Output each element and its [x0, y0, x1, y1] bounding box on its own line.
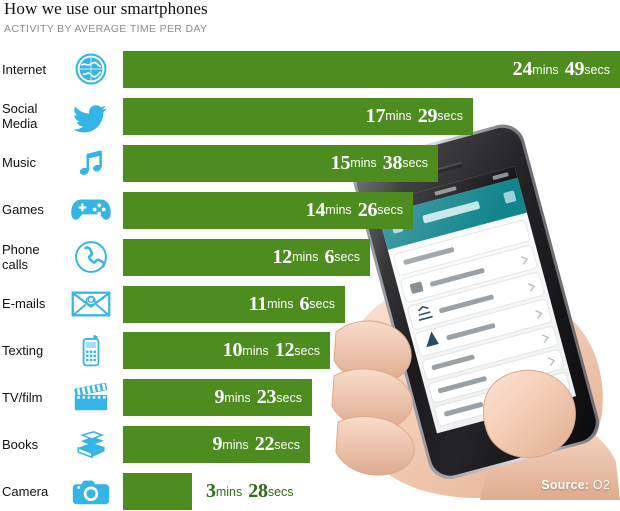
bar-value-minutes: 11 [248, 292, 268, 315]
bar-value-seconds: 12 [274, 339, 295, 362]
bar-row: Social Media 17 mins 29 secs [0, 96, 620, 136]
bar-value-label: 11 mins 6 secs [123, 286, 345, 323]
bar-row: TV/film 9 mins 23 secs [0, 377, 620, 417]
bar-row-label: Music [2, 143, 60, 183]
bar-value-minutes-unit: mins [532, 62, 559, 77]
bar-value-minutes: 10 [222, 339, 243, 362]
bar-value-label: 3 mins 28 secs [206, 473, 294, 510]
bar-value-minutes-unit: mins [242, 343, 269, 358]
bar-value-seconds-unit: secs [334, 250, 360, 265]
bar-row-label-line: Music [2, 155, 36, 171]
bar-value-seconds: 22 [254, 433, 275, 456]
bar [123, 473, 192, 511]
bar-value-minutes: 9 [212, 433, 223, 456]
bar-row-label: Texting [2, 330, 60, 370]
bar-value-minutes-unit: mins [267, 297, 294, 311]
bar-chart: Internet 24 mins 49 secs Social Media 17 mins 29 s… [0, 48, 620, 511]
bar-row: Phone calls 12 mins 6 secs [0, 237, 620, 277]
bar-value-label: 15 mins 38 secs [123, 145, 438, 182]
infographic-root: How we use our smartphones ACTIVITY BY A… [0, 0, 620, 511]
bar-value-seconds-unit: secs [309, 297, 335, 311]
bar-value-label: 9 mins 23 secs [123, 379, 312, 416]
music-note-icon [68, 143, 114, 183]
bar-row-label-line: Texting [2, 342, 44, 358]
bar-value-minutes: 24 [512, 58, 533, 80]
bar-value-seconds-unit: secs [274, 437, 300, 452]
header: How we use our smartphones ACTIVITY BY A… [0, 0, 620, 44]
bar-row: Internet 24 mins 49 secs [0, 49, 620, 89]
bar-value-label: 24 mins 49 secs [123, 51, 620, 88]
bar-row-label: Games [2, 190, 60, 230]
bar-row-label: Books [2, 424, 60, 464]
bar-value-seconds-unit: secs [377, 203, 403, 218]
bar-value-minutes: 15 [330, 151, 351, 174]
bar-value-seconds-unit: secs [402, 156, 428, 171]
bar-value-seconds-unit: secs [294, 343, 320, 358]
bar-value-seconds-unit: secs [584, 62, 610, 77]
bar-row-label-line: Books [2, 436, 39, 452]
bar-value-label: 12 mins 6 secs [123, 239, 370, 276]
bar-value-seconds-unit: secs [267, 484, 294, 499]
bar-row-label-line: calls [2, 256, 29, 272]
bar-value-seconds: 26 [357, 198, 378, 221]
bar-value-label: 14 mins 26 secs [123, 192, 413, 229]
bar-value-minutes: 9 [214, 386, 225, 409]
bar-value-seconds: 49 [564, 58, 585, 80]
bar-value-seconds: 38 [382, 151, 403, 174]
bar-value-minutes-unit: mins [292, 250, 319, 265]
envelope-at-icon [68, 284, 114, 324]
bar-value-minutes-unit: mins [222, 437, 249, 452]
bar-row-label-line: E-mails [2, 296, 46, 311]
bar-row-label-line: Internet [2, 61, 47, 77]
globe-icon [68, 49, 114, 89]
bar-row-label: Camera [2, 471, 60, 511]
bar-row-label-line: Social [2, 100, 38, 116]
bar-value-seconds-unit: secs [276, 390, 302, 405]
bar-row-label: E-mails [2, 284, 60, 324]
page-subtitle: ACTIVITY BY AVERAGE TIME PER DAY [4, 23, 208, 35]
phone-circle-icon [68, 237, 114, 277]
clapperboard-icon [68, 377, 114, 417]
mobile-phone-icon [68, 330, 114, 370]
bar-value-minutes: 12 [272, 245, 293, 268]
bar-row-label-line: TV/film [2, 389, 43, 405]
bar-value-label: 17 mins 29 secs [123, 98, 473, 135]
bar-value-minutes-unit: mins [215, 484, 243, 499]
bar-row: Books 9 mins 22 secs [0, 424, 620, 464]
gamepad-icon [68, 190, 114, 230]
bar-value-minutes-unit: mins [325, 203, 352, 218]
bar-value-seconds: 29 [417, 104, 438, 127]
bar-row: Games 14 mins 26 secs [0, 190, 620, 230]
bar-value-minutes: 14 [305, 198, 326, 221]
bar-value-minutes-unit: mins [385, 109, 412, 124]
twitter-bird-icon [68, 96, 114, 136]
bar-value-seconds: 6 [299, 292, 310, 315]
bar-value-seconds: 6 [324, 245, 335, 268]
bar-value-seconds-unit: secs [437, 109, 463, 124]
camera-icon [68, 471, 114, 511]
page-title: How we use our smartphones [4, 0, 208, 18]
bar-row: Music 15 mins 38 secs [0, 143, 620, 183]
books-icon [68, 424, 114, 464]
bar-row-label: TV/film [2, 377, 60, 417]
bar-row-label: Phone calls [2, 237, 60, 277]
bar-value-label: 10 mins 12 secs [123, 332, 330, 369]
bar-value-minutes: 17 [365, 104, 386, 127]
bar-row-label: Internet [2, 49, 60, 89]
bar-value-minutes-unit: mins [350, 156, 377, 171]
bar-value-minutes-unit: mins [224, 390, 251, 405]
bar-row: Camera 3 mins 28 secs [0, 471, 620, 511]
bar-value-label: 9 mins 22 secs [123, 426, 310, 463]
bar-row-label-line: Media [2, 115, 38, 131]
bar-row-label: Social Media [2, 96, 60, 136]
bar-row-label-line: Camera [2, 483, 49, 499]
bar-row-label-line: Games [2, 202, 44, 218]
bar-value-seconds: 23 [256, 386, 277, 409]
bar-row: Texting 10 mins 12 secs [0, 330, 620, 370]
bar-row-label-line: Phone [2, 241, 40, 257]
bar-row: E-mails 11 mins 6 secs [0, 284, 620, 324]
